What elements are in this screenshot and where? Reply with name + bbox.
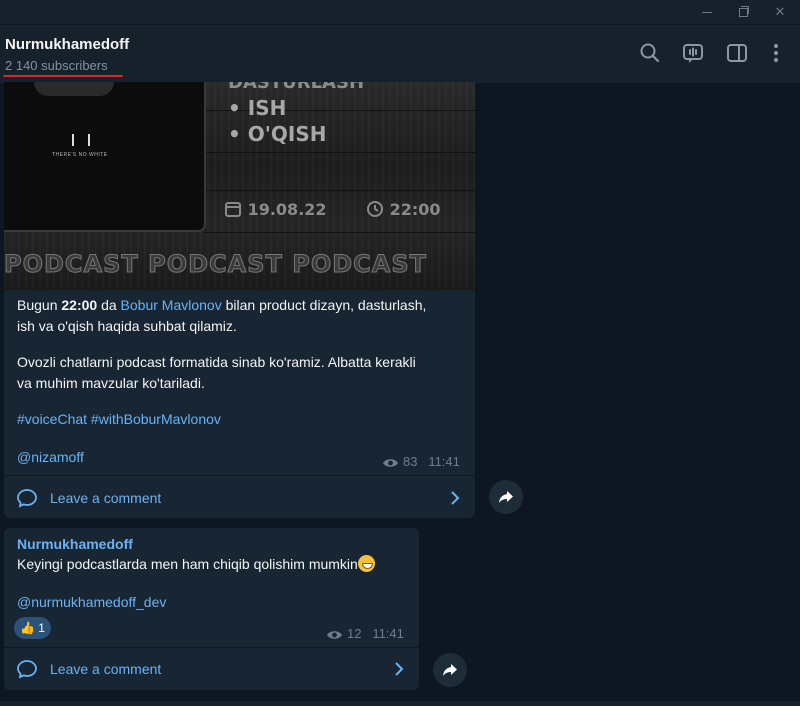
search-icon[interactable] xyxy=(639,42,661,64)
post-paragraph-2: Ovozli chatlarni podcast formatida sinab… xyxy=(17,352,416,394)
views-icon xyxy=(327,630,342,639)
leave-comment-row[interactable]: Leave a comment xyxy=(4,649,419,689)
voice-chat-icon[interactable] xyxy=(682,42,704,64)
post-meta: 12 11:41 xyxy=(326,626,404,641)
share-button[interactable] xyxy=(433,653,467,687)
restore-icon[interactable] xyxy=(733,2,753,22)
text-segment: da xyxy=(97,297,121,313)
post-mention[interactable]: @nizamoff xyxy=(17,447,84,468)
bottom-bar xyxy=(0,701,800,706)
leave-comment-label[interactable]: Leave a comment xyxy=(50,490,161,506)
leave-comment-label[interactable]: Leave a comment xyxy=(50,661,161,677)
close-icon[interactable]: ✕ xyxy=(770,2,790,22)
share-arrow-icon xyxy=(443,664,457,676)
thumbs-up-icon: 👍 xyxy=(20,621,35,635)
text-segment: Bugun xyxy=(17,297,62,313)
views-icon xyxy=(383,458,398,467)
text-segment: Keyingi podcastlarda men ham chiqib qoli… xyxy=(17,556,358,572)
calendar-icon xyxy=(225,202,241,217)
image-topic-dasturlash: DASTURLASH xyxy=(228,82,365,93)
text-segment: bilan product dizayn, dasturlash, xyxy=(221,297,427,313)
comment-divider xyxy=(4,475,475,476)
red-underline-annotation xyxy=(3,75,123,77)
post-hashtags[interactable]: #voiceChat #withBoburMavlonov xyxy=(17,409,221,430)
minimize-icon[interactable] xyxy=(697,2,717,22)
view-count: 12 xyxy=(347,626,362,641)
chevron-right-icon xyxy=(451,491,460,505)
more-icon[interactable] xyxy=(765,42,787,64)
image-podcast-banner: PODCAST PODCAST PODCAST xyxy=(4,250,427,279)
sender-name[interactable]: Nurmukhamedoff xyxy=(17,536,133,552)
post-time: 11:41 xyxy=(372,626,404,641)
image-topic-oqish: • O'QISH xyxy=(228,122,327,146)
window-titlebar: ✕ xyxy=(0,0,800,24)
speaker-photo: THERE'S NO WHITE xyxy=(4,82,206,232)
chevron-right-icon xyxy=(395,662,404,676)
leave-comment-row[interactable]: Leave a comment xyxy=(4,478,475,518)
text-segment: ish va o'qish haqida suhbat qilamiz. xyxy=(17,318,237,334)
shirt-logo-text: THERE'S NO WHITE xyxy=(52,152,108,158)
comment-icon xyxy=(17,489,37,508)
image-date: 19.08.22 xyxy=(224,200,327,219)
view-count: 83 xyxy=(403,454,418,469)
comment-divider xyxy=(4,647,419,648)
subscriber-count: 2 140 subscribers xyxy=(5,58,108,73)
post-text: Keyingi podcastlarda men ham chiqib qoli… xyxy=(17,554,375,575)
wood-plank-line xyxy=(204,190,475,191)
wood-plank-line xyxy=(204,232,475,233)
text-segment: Ovozli chatlarni podcast formatida sinab… xyxy=(17,354,416,370)
user-link[interactable]: Bobur Mavlonov xyxy=(121,297,222,313)
channel-name[interactable]: Nurmukhamedoff xyxy=(5,36,129,53)
channel-post: Nurmukhamedoff Keyingi podcastlarda men … xyxy=(4,528,419,690)
text-bold-time: 22:00 xyxy=(61,297,98,313)
post-time: 11:41 xyxy=(428,454,460,469)
image-topic-ish: • ISH xyxy=(228,96,287,120)
shirt-logo xyxy=(72,134,90,146)
post-image[interactable]: THERE'S NO WHITE DASTURLASH • ISH • O'QI… xyxy=(4,82,475,290)
reaction-count: 1 xyxy=(38,621,45,635)
sidebar-toggle-icon[interactable] xyxy=(726,42,748,64)
post-meta: 83 11:41 xyxy=(382,454,460,469)
comment-icon xyxy=(17,660,37,679)
channel-post: THERE'S NO WHITE DASTURLASH • ISH • O'QI… xyxy=(4,82,475,518)
post-paragraph-1: Bugun 22:00 da Bobur Mavlonov bilan prod… xyxy=(17,295,426,337)
reaction-badge[interactable]: 👍 1 xyxy=(14,617,51,639)
share-arrow-icon xyxy=(499,491,513,503)
image-time: 22:00 xyxy=(366,200,441,219)
shirt-collar xyxy=(34,82,114,96)
share-button[interactable] xyxy=(489,480,523,514)
image-date-text: 19.08.22 xyxy=(247,200,327,219)
clock-icon xyxy=(367,201,383,217)
text-segment: va muhim mavzular ko'tariladi. xyxy=(17,375,205,391)
grin-emoji-icon xyxy=(357,555,375,572)
chat-header: Nurmukhamedoff 2 140 subscribers xyxy=(0,24,800,83)
wood-plank-line xyxy=(204,152,475,153)
post-mention[interactable]: @nurmukhamedoff_dev xyxy=(17,592,166,613)
image-time-text: 22:00 xyxy=(389,200,441,219)
